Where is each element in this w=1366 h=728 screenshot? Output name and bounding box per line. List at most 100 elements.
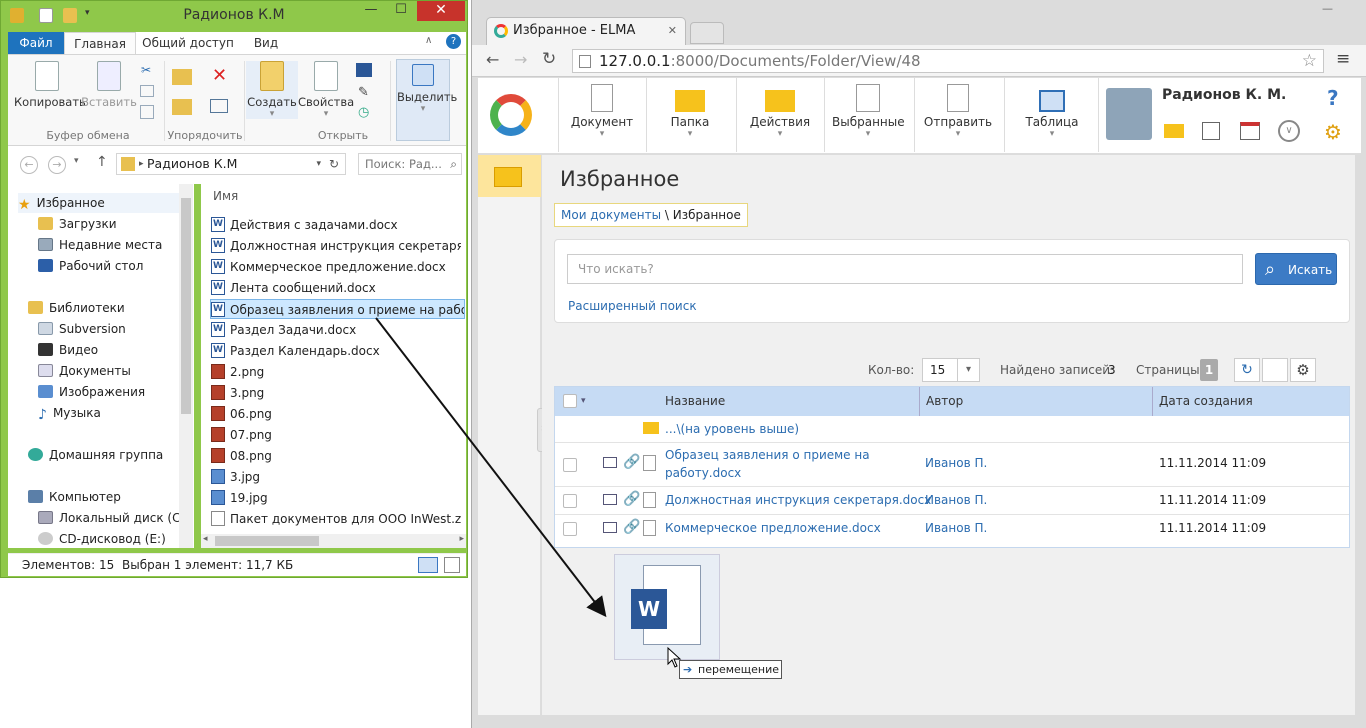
row-checkbox[interactable]	[563, 522, 577, 536]
maximize-button[interactable]: ☐	[387, 1, 415, 21]
nav-cd-drive[interactable]: CD-дисковод (E:)	[38, 529, 166, 549]
calendar-icon[interactable]	[1240, 122, 1260, 140]
file-row[interactable]: Действия с задачами.docx	[211, 215, 461, 235]
browser-tab[interactable]: Избранное - ELMA ✕	[486, 17, 686, 45]
word-open-icon[interactable]	[356, 63, 372, 77]
tab-home[interactable]: Главная	[64, 32, 136, 54]
author-link[interactable]: Иванов П.	[925, 493, 987, 507]
table-button[interactable]: Таблица ▾	[1016, 84, 1088, 139]
file-row[interactable]: 3.jpg	[211, 467, 461, 487]
nav-homegroup[interactable]: Домашняя группа	[28, 445, 163, 465]
folder-button[interactable]: Папка ▾	[654, 84, 726, 139]
file-row-selected[interactable]: Образец заявления о приеме на работ...	[210, 299, 465, 319]
forward-icon[interactable]: →	[514, 50, 527, 69]
back-icon[interactable]: ←	[20, 156, 38, 174]
tab-share[interactable]: Общий доступ	[142, 32, 234, 54]
user-name[interactable]: Радионов К. М.	[1162, 87, 1286, 103]
back-icon[interactable]: ←	[486, 50, 499, 69]
url-bar[interactable]: 127.0.0.1:8000/Documents/Folder/View/48 …	[572, 49, 1324, 73]
table-row[interactable]: 🔗 Должностная инструкция секретаря.docx …	[555, 487, 1349, 515]
selected-button[interactable]: Выбранные ▾	[832, 84, 905, 139]
nav-scrollbar[interactable]	[179, 184, 193, 548]
help-icon[interactable]: ?	[446, 34, 461, 49]
minimize-button[interactable]: —	[1322, 2, 1333, 15]
menu-icon[interactable]: ≡	[1336, 49, 1350, 69]
actions-button[interactable]: Действия ▾	[744, 84, 816, 139]
author-link[interactable]: Иванов П.	[925, 521, 987, 535]
bookmark-star-icon[interactable]: ☆	[1302, 50, 1317, 72]
advanced-search-link[interactable]: Расширенный поиск	[568, 299, 697, 313]
nav-recent[interactable]: Недавние места	[38, 235, 162, 255]
file-row[interactable]: 08.png	[211, 446, 461, 466]
details-view-icon[interactable]	[418, 557, 438, 573]
row-checkbox[interactable]	[563, 458, 577, 472]
select-button[interactable]: Выделить ▾	[396, 59, 457, 141]
document-button[interactable]: Документ ▾	[566, 84, 638, 139]
columns-settings-icon[interactable]	[1262, 358, 1288, 382]
breadcrumb-root[interactable]: Мои документы	[561, 208, 661, 222]
properties-button[interactable]: Свойства ▾	[298, 61, 354, 119]
close-tab-icon[interactable]: ✕	[668, 18, 677, 44]
table-row-up-level[interactable]: ...\(на уровень выше)	[555, 416, 1349, 443]
column-author[interactable]: Автор	[919, 387, 963, 416]
copy-to-icon[interactable]	[172, 99, 192, 115]
tab-view[interactable]: Вид	[244, 32, 288, 54]
search-button[interactable]: ⌕ Искать	[1255, 253, 1337, 285]
tiles-view-icon[interactable]	[444, 557, 460, 573]
nav-computer[interactable]: Компьютер	[28, 487, 121, 507]
page-number[interactable]: 1	[1200, 359, 1218, 381]
properties-icon[interactable]	[603, 522, 617, 533]
copy-path-icon[interactable]	[140, 85, 154, 97]
paste-button[interactable]: Вставить	[80, 61, 138, 109]
file-row[interactable]: Раздел Календарь.docx	[211, 341, 461, 361]
nav-libraries[interactable]: Библиотеки	[28, 298, 125, 318]
chevron-down-icon[interactable]: ▾	[74, 156, 79, 166]
document-name[interactable]: Коммерческое предложение.docx	[665, 521, 881, 535]
path-box[interactable]: ▸ Радионов К.М ▾ ↻	[116, 153, 346, 175]
delete-icon[interactable]: ✕	[212, 65, 227, 86]
column-name[interactable]: Название	[665, 387, 725, 416]
chevron-right-icon[interactable]: ▸	[459, 534, 464, 544]
reload-icon[interactable]: ↻	[542, 49, 556, 69]
file-row[interactable]: 07.png	[211, 425, 461, 445]
horizontal-scrollbar-thumb[interactable]	[215, 536, 319, 546]
history-icon[interactable]: ◷	[358, 105, 369, 120]
chevron-down-icon[interactable]: ▾	[581, 387, 586, 416]
document-name[interactable]: Образец заявления о приеме на работу.docx	[665, 446, 895, 482]
send-button[interactable]: Отправить ▾	[922, 84, 994, 139]
nav-music[interactable]: ♪ Музыка	[38, 403, 101, 423]
refresh-button[interactable]: ↻	[1234, 358, 1260, 382]
forward-icon[interactable]: →	[48, 156, 66, 174]
gear-icon[interactable]: ⚙	[1290, 358, 1316, 382]
file-row[interactable]: Лента сообщений.docx	[211, 278, 461, 298]
column-header-name[interactable]: Имя	[213, 189, 238, 203]
file-row[interactable]: Пакет документов для ООО InWest.zip	[211, 509, 461, 529]
nav-desktop[interactable]: Рабочий стол	[38, 256, 143, 276]
search-input[interactable]: Что искать?	[567, 254, 1243, 284]
nav-documents[interactable]: Документы	[38, 361, 131, 381]
file-row[interactable]: 19.jpg	[211, 488, 461, 508]
gear-icon[interactable]: ⚙	[1324, 120, 1342, 144]
properties-icon[interactable]	[603, 494, 617, 505]
file-row[interactable]: 3.png	[211, 383, 461, 403]
refresh-icon[interactable]: ↻	[329, 154, 339, 174]
tab-file[interactable]: Файл	[8, 32, 64, 54]
select-all-checkbox[interactable]	[563, 394, 577, 408]
create-button[interactable]: Создать ▾	[246, 61, 298, 119]
elma-logo-icon[interactable]	[490, 94, 532, 136]
help-icon[interactable]: ?	[1327, 86, 1339, 110]
author-link[interactable]: Иванов П.	[925, 456, 987, 470]
nav-scrollbar-thumb[interactable]	[181, 198, 191, 414]
nav-video[interactable]: Видео	[38, 340, 98, 360]
nav-subversion[interactable]: Subversion	[38, 319, 126, 339]
edit-icon[interactable]: ✎	[358, 85, 369, 100]
up-icon[interactable]: ↑	[96, 154, 108, 170]
avatar[interactable]	[1106, 88, 1152, 140]
row-checkbox[interactable]	[563, 494, 577, 508]
up-level-link[interactable]: ...\(на уровень выше)	[665, 422, 799, 436]
collapse-ribbon-icon[interactable]: ∧	[425, 35, 432, 46]
nav-local-disk[interactable]: Локальный диск (C:)	[38, 508, 189, 528]
copy-button[interactable]: Копировать	[14, 61, 86, 109]
rename-icon[interactable]	[210, 99, 228, 113]
horizontal-scrollbar[interactable]: ◂ ▸	[201, 534, 466, 548]
